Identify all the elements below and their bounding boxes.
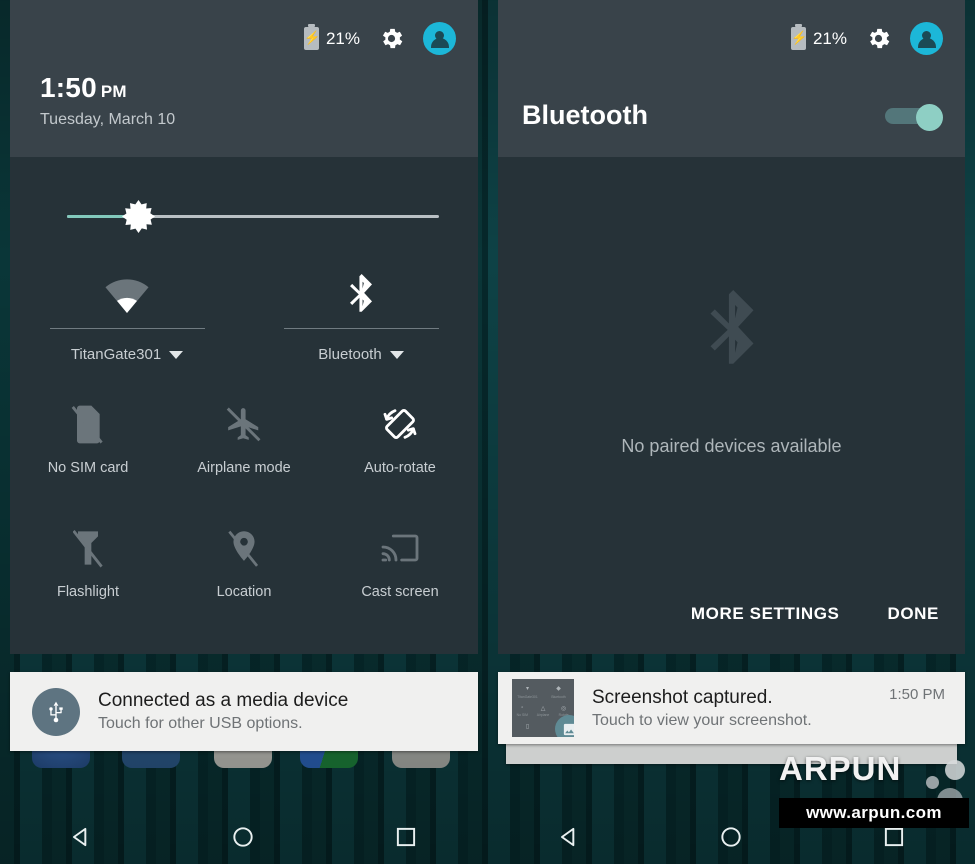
recents-square-icon[interactable]: [376, 810, 436, 864]
location-off-icon: [166, 524, 322, 572]
bluetooth-detail-panel: 21% Bluetooth No paired devices availab: [498, 0, 965, 654]
watermark-url-bar: www.arpun.com: [779, 798, 969, 828]
tile-auto-rotate[interactable]: Auto-rotate: [322, 400, 478, 476]
tile-no-sim-card-label: No SIM card: [47, 460, 129, 476]
clock-block: 1:50 PM Tuesday, March 10: [40, 72, 175, 129]
tile-bluetooth[interactable]: Bluetooth: [244, 268, 478, 363]
avatar-body: [917, 38, 936, 48]
usb-icon: [32, 687, 80, 736]
notification-screenshot[interactable]: ▾ ◆ TitanGate301 Bluetooth ▫ △ ◎ No SIM Airpl…: [498, 672, 965, 744]
status-bar-left: 21%: [303, 22, 456, 55]
clock-date: Tuesday, March 10: [40, 111, 176, 128]
more-settings-button[interactable]: MORE SETTINGS: [691, 604, 840, 624]
gear-icon[interactable]: [378, 25, 405, 52]
clock-time-value: 1:50: [40, 72, 97, 103]
image-icon: [555, 715, 574, 737]
status-bar-right: 21%: [790, 22, 943, 55]
notification-screenshot-title: Screenshot captured.: [592, 686, 773, 708]
watermark-brand: ARPUN: [779, 750, 902, 787]
tile-divider: [283, 328, 439, 329]
battery-status: 21%: [790, 24, 847, 50]
battery-charging-icon: [790, 24, 806, 50]
notification-screenshot-time: 1:50 PM: [889, 686, 945, 703]
tile-airplane-mode[interactable]: Airplane mode: [166, 400, 322, 476]
bluetooth-empty-message: No paired devices available: [621, 436, 842, 456]
battery-status: 21%: [303, 24, 360, 50]
chevron-down-icon[interactable]: [169, 350, 184, 359]
avatar-body: [430, 38, 449, 48]
sim-card-off-icon: [10, 400, 166, 448]
bluetooth-empty-state: No paired devices available: [498, 290, 965, 457]
tile-location-label: Location: [216, 584, 272, 600]
bluetooth-toggle[interactable]: [885, 104, 943, 131]
notification-usb[interactable]: Connected as a media device Touch for ot…: [10, 672, 478, 751]
clock-ampm: PM: [100, 82, 127, 101]
auto-rotate-icon: [322, 400, 478, 448]
chevron-down-icon[interactable]: [389, 350, 404, 359]
quick-settings-header: 21% 1:50PM Tuesday, March 10: [10, 0, 478, 157]
notification-screenshot-subtitle: Touch to view your screenshot.: [592, 711, 812, 729]
bluetooth-panel-header: 21% Bluetooth: [498, 0, 965, 157]
notification-usb-text: Connected as a media device Touch for ot…: [98, 690, 348, 733]
tile-cast-screen[interactable]: Cast screen: [322, 524, 478, 600]
primary-tiles: TitanGate301 Bluetooth: [10, 268, 478, 363]
cast-screen-icon: [322, 524, 478, 572]
tile-flashlight[interactable]: Flashlight: [10, 524, 166, 600]
bluetooth-action-row: MORE SETTINGS DONE: [691, 604, 939, 624]
tile-cast-screen-label: Cast screen: [361, 584, 439, 600]
secondary-tiles: No SIM card Airplane mode Auto-rotate Fl…: [10, 400, 478, 600]
battery-charging-icon: [303, 24, 319, 50]
tile-bluetooth-label-row: Bluetooth: [244, 346, 478, 363]
home-circle-icon[interactable]: [701, 810, 761, 864]
back-triangle-icon[interactable]: [539, 810, 599, 864]
tile-wifi-label: TitanGate301: [70, 346, 162, 363]
user-avatar-icon[interactable]: [910, 22, 943, 55]
toggle-thumb: [916, 104, 943, 131]
battery-percent-label: 21%: [812, 28, 847, 48]
home-circle-icon[interactable]: [213, 810, 273, 864]
bluetooth-title: Bluetooth: [522, 100, 648, 130]
user-avatar-icon[interactable]: [423, 22, 456, 55]
flashlight-off-icon: [10, 524, 166, 572]
bluetooth-large-icon: [498, 290, 965, 376]
wifi-icon: [10, 268, 244, 324]
tile-auto-rotate-label: Auto-rotate: [364, 460, 436, 476]
navigation-bar-left: [0, 810, 487, 864]
back-triangle-icon[interactable]: [51, 810, 111, 864]
tile-airplane-mode-label: Airplane mode: [197, 460, 291, 476]
gear-icon[interactable]: [865, 25, 892, 52]
tile-flashlight-label: Flashlight: [56, 584, 120, 600]
notification-usb-subtitle: Touch for other USB options.: [98, 715, 303, 732]
site-watermark: ARPUN www.arpun.com: [779, 750, 969, 828]
watermark-url: www.arpun.com: [806, 803, 942, 822]
notification-usb-title: Connected as a media device: [98, 690, 349, 711]
notification-screenshot-text: Screenshot captured. Touch to view your …: [592, 687, 812, 730]
done-button[interactable]: DONE: [887, 604, 939, 624]
screenshot-thumbnail: ▾ ◆ TitanGate301 Bluetooth ▫ △ ◎ No SIM Airpl…: [512, 679, 574, 737]
clock-time: 1:50 PM: [40, 72, 175, 104]
tile-divider: [49, 328, 205, 329]
brightness-slider[interactable]: [10, 186, 478, 246]
tile-wifi[interactable]: TitanGate301: [10, 268, 244, 363]
bluetooth-icon: [244, 268, 478, 324]
tile-location[interactable]: Location: [166, 524, 322, 600]
tile-bluetooth-label: Bluetooth: [318, 346, 382, 363]
brightness-icon[interactable]: [122, 200, 155, 233]
quick-settings-panel: 21% 1:50PM Tuesday, March 10: [10, 0, 478, 654]
tile-wifi-label-row: TitanGate301: [10, 346, 244, 363]
battery-percent-label: 21%: [325, 28, 360, 48]
tile-no-sim-card[interactable]: No SIM card: [10, 400, 166, 476]
airplane-off-icon: [166, 400, 322, 448]
